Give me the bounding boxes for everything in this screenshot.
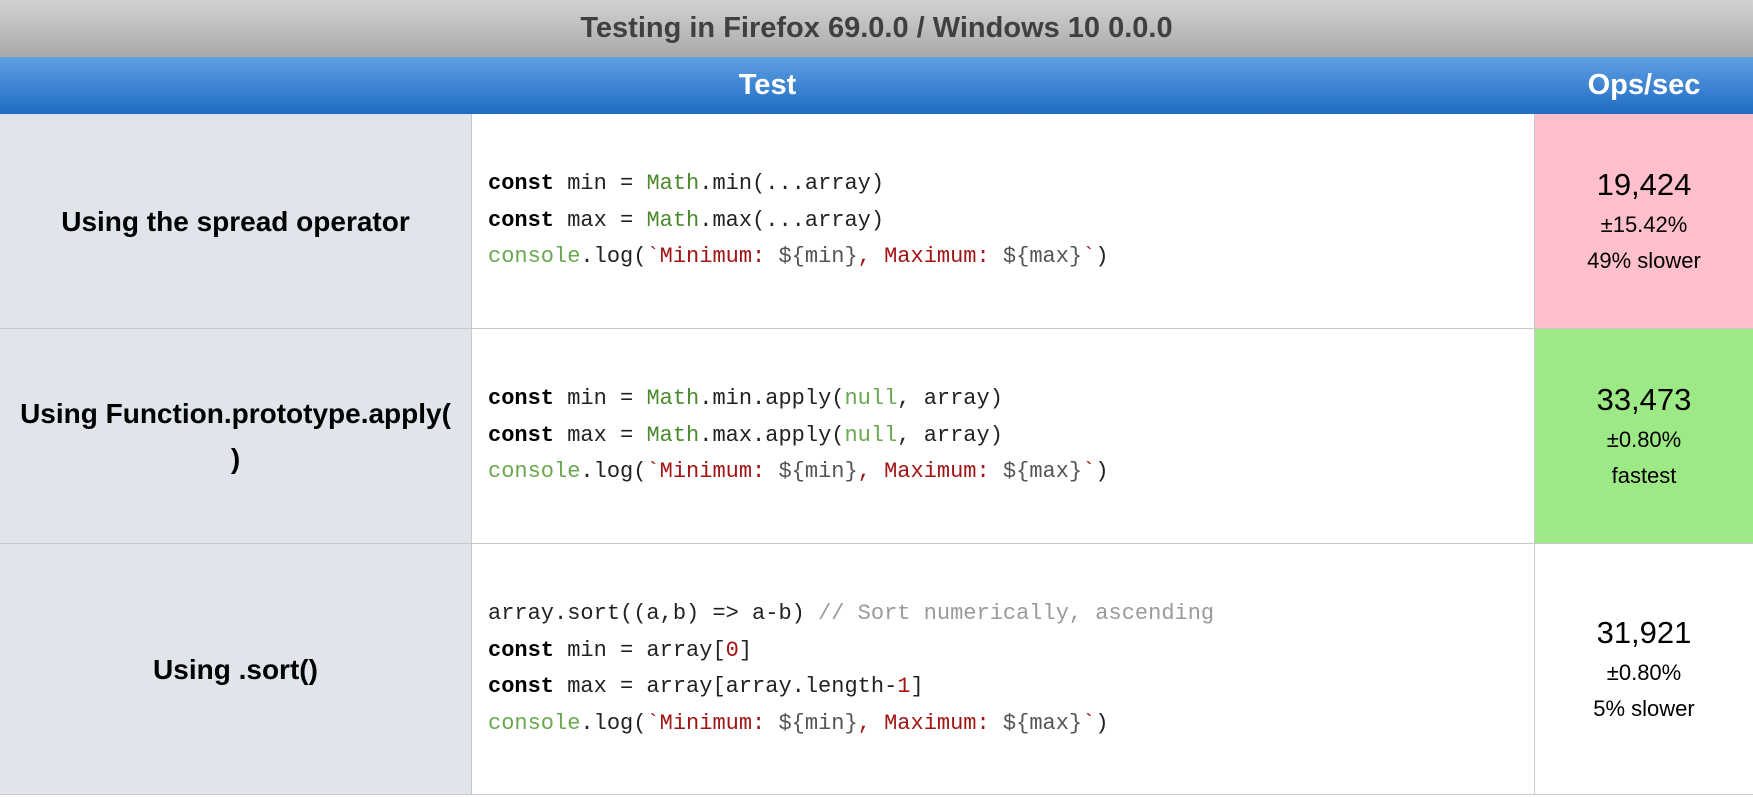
code-console: console: [488, 710, 581, 736]
benchmark-results: Testing in Firefox 69.0.0 / Windows 10 0…: [0, 0, 1753, 795]
code-interpolation: ${max}: [1002, 710, 1083, 736]
code-text: max =: [554, 207, 647, 233]
code-interpolation: ${max}: [1002, 459, 1083, 485]
ops-result: 19,424 ±15.42% 49% slower: [1535, 114, 1753, 328]
results-header: Test Ops/sec: [0, 57, 1753, 114]
code-text: min =: [554, 386, 647, 412]
ops-column-header: Ops/sec: [1587, 69, 1701, 101]
code-block: const min = Math.min.apply(null, array) …: [488, 381, 1109, 491]
code-string: `Minimum:: [646, 459, 779, 485]
code-text: ): [1095, 710, 1109, 736]
code-text: ]: [910, 674, 924, 699]
code-global: Math: [646, 171, 700, 197]
code-literal: null: [844, 422, 898, 448]
code-text: min =: [554, 171, 647, 197]
test-row: Using Function.prototype.apply( ) const …: [0, 329, 1753, 544]
code-string: `Minimum:: [646, 244, 779, 270]
ops-rank: 5% slower: [1593, 696, 1695, 721]
code-keyword: const: [488, 207, 555, 233]
ops-value: 31,921: [1596, 615, 1692, 650]
test-title: Using .sort(): [0, 544, 472, 794]
code-keyword: const: [488, 422, 555, 448]
code-text: , array): [897, 422, 1003, 448]
ops-value: 33,473: [1596, 382, 1692, 417]
code-text: ): [1095, 244, 1109, 270]
ops-error-margin: ±15.42%: [1600, 212, 1688, 237]
ops-value: 19,424: [1596, 167, 1692, 202]
code-text: .log(: [580, 244, 647, 270]
code-keyword: const: [488, 674, 555, 699]
test-code: const min = Math.min(...array) const max…: [472, 114, 1535, 328]
code-text: ): [1095, 459, 1109, 485]
code-block: array.sort((a,b) => a-b) // Sort numeric…: [488, 596, 1214, 742]
code-keyword: const: [488, 171, 555, 197]
code-string: , Maximum:: [857, 710, 1003, 736]
code-text: .min(...array): [699, 171, 885, 197]
code-text: .log(: [580, 710, 647, 736]
test-title: Using the spread operator: [0, 114, 472, 328]
code-string: `: [1082, 710, 1096, 736]
code-string: , Maximum:: [857, 459, 1003, 485]
code-global: Math: [646, 386, 700, 412]
test-code: array.sort((a,b) => a-b) // Sort numeric…: [472, 544, 1535, 794]
code-text: ]: [738, 637, 753, 663]
code-text: .log(: [580, 459, 647, 485]
code-text: , array): [897, 386, 1003, 412]
test-row: Using the spread operator const min = Ma…: [0, 114, 1753, 329]
code-block: const min = Math.min(...array) const max…: [488, 166, 1109, 276]
ops-rank: fastest: [1611, 463, 1677, 488]
code-interpolation: ${max}: [1002, 244, 1083, 270]
code-text: .min.apply(: [699, 386, 845, 412]
code-text: array.sort((a,b) => a-b): [488, 601, 819, 626]
code-string: `: [1082, 244, 1096, 270]
code-literal: null: [844, 386, 898, 412]
code-string: `: [1082, 459, 1096, 485]
code-text: .max(...array): [699, 207, 885, 233]
code-text: min = array[: [554, 637, 726, 663]
ops-error-margin: ±0.80%: [1606, 427, 1682, 452]
test-code: const min = Math.min.apply(null, array) …: [472, 329, 1535, 543]
test-title: Using Function.prototype.apply( ): [0, 329, 472, 543]
code-comment: // Sort numerically, ascending: [818, 601, 1215, 626]
code-text: .max.apply(: [699, 422, 845, 448]
code-console: console: [488, 244, 581, 270]
ops-rank: 49% slower: [1587, 248, 1701, 273]
code-interpolation: ${min}: [778, 710, 858, 736]
test-column-header: Test: [738, 69, 797, 101]
code-console: console: [488, 459, 581, 485]
code-string: `Minimum:: [646, 710, 779, 736]
code-interpolation: ${min}: [778, 244, 858, 270]
code-global: Math: [646, 422, 700, 448]
code-text: max = array[array.length-: [554, 674, 898, 699]
environment-title: Testing in Firefox 69.0.0 / Windows 10 0…: [0, 0, 1753, 57]
code-number: 1: [897, 674, 911, 699]
ops-result: 31,921 ±0.80% 5% slower: [1535, 544, 1753, 794]
code-string: , Maximum:: [857, 244, 1003, 270]
code-number: 0: [725, 637, 739, 663]
code-global: Math: [646, 207, 700, 233]
code-keyword: const: [488, 637, 555, 663]
code-text: max =: [554, 422, 647, 448]
test-row: Using .sort() array.sort((a,b) => a-b) /…: [0, 544, 1753, 795]
code-keyword: const: [488, 386, 555, 412]
code-interpolation: ${min}: [778, 459, 858, 485]
ops-result: 33,473 ±0.80% fastest: [1535, 329, 1753, 543]
ops-error-margin: ±0.80%: [1606, 660, 1682, 685]
